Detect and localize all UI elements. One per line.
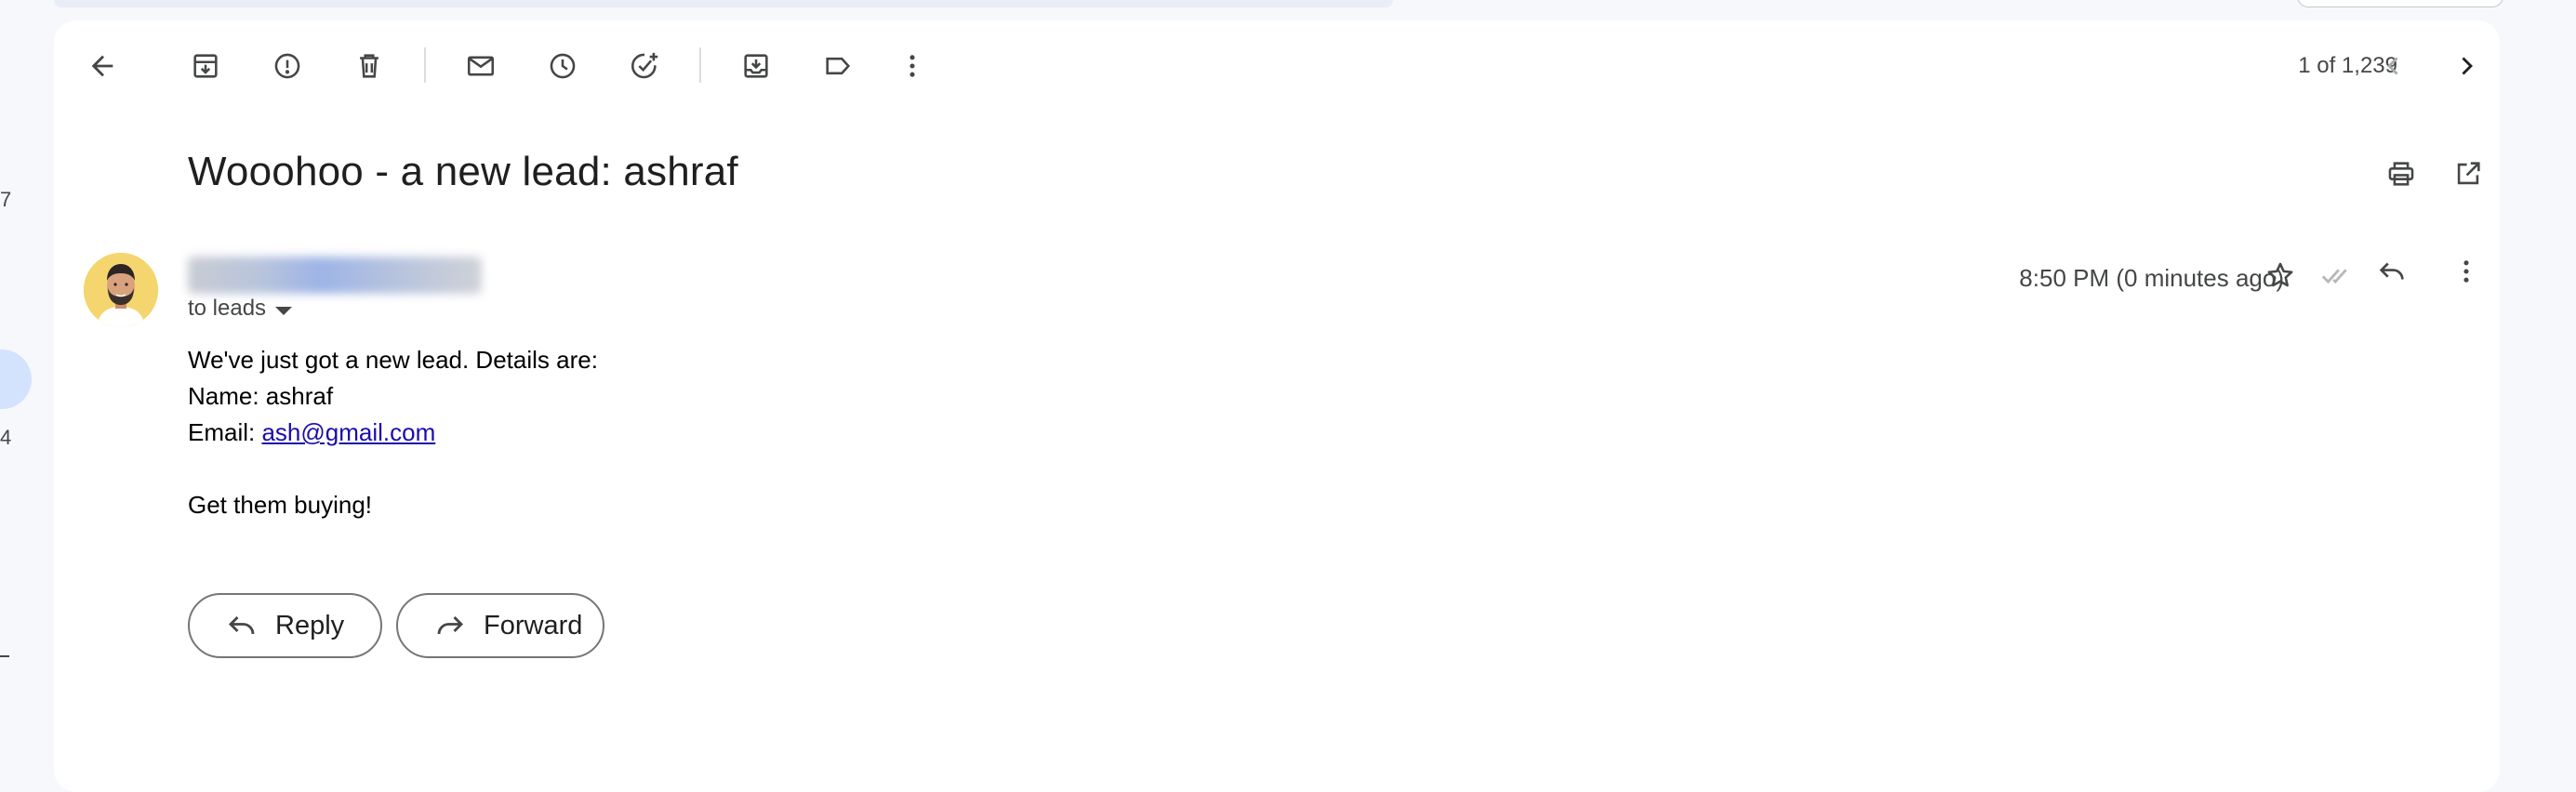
nav-selected-item[interactable] xyxy=(0,350,32,409)
message-timestamp: 8:50 PM (0 minutes ago) xyxy=(2019,264,2284,292)
mark-unread-button[interactable] xyxy=(458,44,503,88)
forward-icon xyxy=(437,615,464,635)
label-icon xyxy=(826,57,851,75)
recipient-details-toggle[interactable]: to leads xyxy=(188,296,293,322)
nav-count: 4 xyxy=(0,426,12,449)
search-bar-edge xyxy=(54,0,1393,7)
print-button[interactable] xyxy=(2379,152,2423,196)
archive-button[interactable] xyxy=(183,44,228,88)
star-button[interactable] xyxy=(2258,253,2303,297)
sender-name-redacted[interactable] xyxy=(188,257,482,294)
reply-label: Reply xyxy=(275,610,345,640)
email-subject: Wooohoo - a new lead: ashraf xyxy=(188,149,738,194)
back-button[interactable] xyxy=(80,44,125,88)
snooze-button[interactable] xyxy=(540,44,585,88)
reply-icon-button[interactable] xyxy=(2370,249,2414,294)
body-line: Get them buying! xyxy=(188,491,372,519)
chevron-right-icon xyxy=(2462,57,2473,75)
body-blank-line xyxy=(188,451,598,487)
message-card: 1 of 1,239 Wooohoo - a new lead: ashraf … xyxy=(54,20,2500,792)
nav-divider xyxy=(0,655,9,657)
move-to-button[interactable] xyxy=(734,44,778,88)
nav-count: 7 xyxy=(0,188,12,211)
avatar-photo xyxy=(84,253,158,327)
print-icon xyxy=(2388,162,2414,186)
arrow-left-icon xyxy=(91,55,113,77)
email-label: Email: xyxy=(188,418,262,446)
open-in-new-window-button[interactable] xyxy=(2446,152,2490,196)
toolbar-divider xyxy=(699,47,701,83)
more-vert-icon xyxy=(910,55,915,77)
forward-button[interactable]: Forward xyxy=(396,593,604,658)
clock-icon xyxy=(550,53,576,79)
more-options-button[interactable] xyxy=(890,44,935,88)
body-line: Name: ashraf xyxy=(188,382,334,410)
older-button[interactable] xyxy=(2371,44,2416,88)
account-chip-edge[interactable] xyxy=(2297,0,2503,7)
chevron-left-icon xyxy=(2387,57,2398,75)
star-icon xyxy=(2267,262,2293,287)
delete-button[interactable] xyxy=(347,44,392,88)
mail-icon xyxy=(467,56,495,76)
reply-icon xyxy=(228,615,255,635)
open-in-new-icon xyxy=(2457,162,2480,185)
labels-button[interactable] xyxy=(816,44,860,88)
message-body: We've just got a new lead. Details are: … xyxy=(188,342,598,523)
report-spam-button[interactable] xyxy=(265,44,310,88)
left-rail: 7 4 xyxy=(0,0,54,773)
trash-icon xyxy=(360,54,378,78)
sender-avatar[interactable] xyxy=(84,253,158,327)
add-to-tasks-button[interactable] xyxy=(622,44,667,88)
message-more-button[interactable] xyxy=(2444,249,2489,294)
read-receipt-indicator xyxy=(2314,253,2358,297)
reply-icon xyxy=(2379,262,2404,280)
more-vert-icon xyxy=(2463,260,2469,283)
body-line: We've just got a new lead. Details are: xyxy=(188,346,598,374)
add-task-icon xyxy=(631,52,658,79)
forward-label: Forward xyxy=(484,610,583,640)
toolbar-divider xyxy=(424,47,426,83)
archive-icon xyxy=(193,54,218,78)
double-check-icon xyxy=(2321,269,2347,284)
recipient-text: to leads xyxy=(188,296,267,321)
newer-button[interactable] xyxy=(2444,44,2489,88)
email-link[interactable]: ash@gmail.com xyxy=(261,418,435,446)
report-spam-icon xyxy=(274,53,300,79)
reply-button[interactable]: Reply xyxy=(188,593,382,658)
move-to-inbox-icon xyxy=(744,54,768,78)
body-email-line: Email: ash@gmail.com xyxy=(188,415,598,451)
caret-down-icon xyxy=(275,306,293,315)
